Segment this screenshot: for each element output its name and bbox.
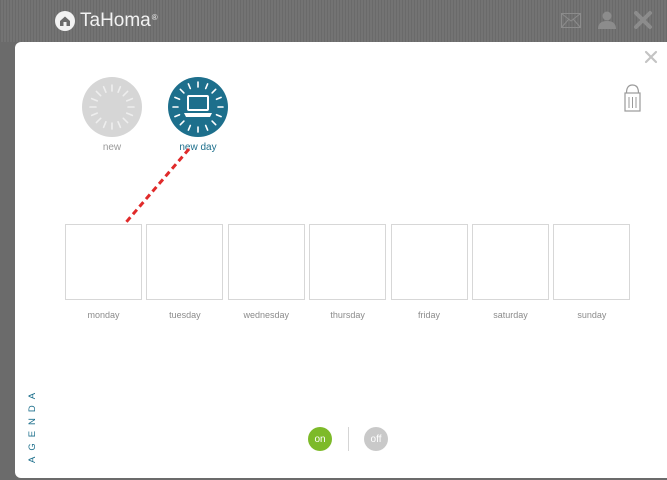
day-slot-wednesday[interactable]: wednesday xyxy=(227,224,306,320)
app-name: TaHoma xyxy=(80,10,151,31)
day-slot-tuesday[interactable]: tuesday xyxy=(145,224,224,320)
day-drop-zone[interactable] xyxy=(471,224,549,300)
envelope-icon[interactable] xyxy=(561,12,581,28)
trash-icon[interactable] xyxy=(624,84,641,112)
day-slot-friday[interactable]: friday xyxy=(390,224,469,320)
day-drop-zone[interactable] xyxy=(65,224,142,300)
day-slot-saturday[interactable]: saturday xyxy=(471,224,550,320)
day-label: saturday xyxy=(493,310,528,320)
day-label: thursday xyxy=(330,310,365,320)
registered-mark: ® xyxy=(151,12,158,22)
day-drop-zone[interactable] xyxy=(390,224,468,300)
scenario-new[interactable]: new xyxy=(74,77,150,153)
day-slot-sunday[interactable]: sunday xyxy=(552,224,631,320)
scenario-new-day[interactable]: new day xyxy=(160,77,236,153)
app-logo: TaHoma ® xyxy=(55,9,158,33)
agenda-toggle: on off xyxy=(308,427,388,451)
day-drop-zone[interactable] xyxy=(553,224,631,300)
day-label: monday xyxy=(87,310,120,320)
home-icon xyxy=(55,11,75,31)
toggle-divider xyxy=(348,427,349,451)
day-drop-zone[interactable] xyxy=(227,224,305,300)
day-slot-monday[interactable]: monday xyxy=(64,224,143,320)
day-label: friday xyxy=(418,310,441,320)
laptop-icon xyxy=(168,77,228,137)
day-slot-thursday[interactable]: thursday xyxy=(308,224,387,320)
day-label: sunday xyxy=(577,310,607,320)
close-icon[interactable] xyxy=(644,50,658,64)
scenario-disc-icon xyxy=(82,77,142,137)
user-icon[interactable] xyxy=(597,11,617,29)
agenda-side-label: AGENDA xyxy=(27,386,38,463)
toggle-on-button[interactable]: on xyxy=(308,427,332,451)
day-label: tuesday xyxy=(169,310,201,320)
tools-icon[interactable] xyxy=(633,10,653,30)
week-days: monday tuesday wednesday thursday friday… xyxy=(64,224,634,320)
toggle-off-button[interactable]: off xyxy=(364,427,388,451)
day-drop-zone[interactable] xyxy=(146,224,224,300)
day-label: wednesday xyxy=(243,310,290,320)
top-bar: TaHoma ® xyxy=(0,0,667,42)
day-drop-zone[interactable] xyxy=(309,224,387,300)
scenario-dialog: new new day monday tuesday wednesday thu… xyxy=(15,42,667,478)
